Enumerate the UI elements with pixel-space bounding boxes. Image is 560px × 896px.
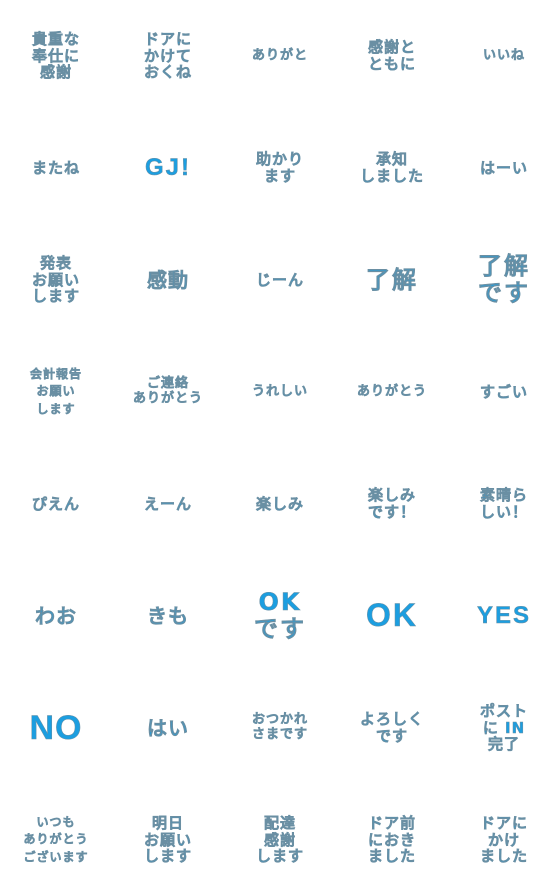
sticker-cell[interactable]: わお xyxy=(0,560,112,672)
sticker-cell[interactable]: はい xyxy=(112,672,224,784)
sticker-text: 感謝と ともに xyxy=(367,38,416,73)
sticker-cell[interactable]: GJ! xyxy=(112,112,224,224)
sticker-cell[interactable]: えーん xyxy=(112,448,224,560)
sticker-text: 配達 感謝 します xyxy=(255,813,304,866)
sticker-cell[interactable]: ありがと xyxy=(224,0,336,112)
sticker-text: 発表 お願い します xyxy=(31,253,80,306)
sticker-cell[interactable]: きも xyxy=(112,560,224,672)
sticker-cell[interactable]: 明日 お願い します xyxy=(112,784,224,896)
sticker-text: ありがと xyxy=(251,47,308,63)
sticker-cell[interactable]: おつかれ さまです xyxy=(224,672,336,784)
sticker-cell[interactable]: 配達 感謝 します xyxy=(224,784,336,896)
sticker-grid: 貴重な 奉仕に 感謝 ドアに かけて おくね ありがと 感謝と ともに いいね … xyxy=(0,0,560,896)
sticker-cell[interactable]: うれしい xyxy=(224,336,336,448)
sticker-text: OK です xyxy=(254,588,306,643)
sticker-cell[interactable]: いつも ありがとう ございます xyxy=(0,784,112,896)
sticker-cell[interactable]: 楽しみ です！ xyxy=(336,448,448,560)
sticker-text: 感動 xyxy=(147,267,189,292)
sticker-text: いつも ありがとう ございます xyxy=(23,814,89,864)
sticker-cell[interactable]: ドアに かけ ました xyxy=(448,784,560,896)
sticker-text: 楽しみ です！ xyxy=(367,486,416,521)
sticker-text: じーん xyxy=(255,270,304,289)
sticker-cell[interactable]: ありがとう xyxy=(336,336,448,448)
sticker-text: またね xyxy=(31,158,80,177)
sticker-cell[interactable]: いいね xyxy=(448,0,560,112)
sticker-text: いいね xyxy=(482,47,525,63)
sticker-cell[interactable]: じーん xyxy=(224,224,336,336)
sticker-text: YES xyxy=(476,601,532,629)
sticker-text: うれしい xyxy=(251,383,308,399)
sticker-cell[interactable]: NO xyxy=(0,672,112,784)
sticker-cell[interactable]: YES xyxy=(448,560,560,672)
sticker-text: 明日 お願い します xyxy=(143,813,192,866)
sticker-text: 了解 です xyxy=(478,252,530,307)
sticker-cell[interactable]: OK です xyxy=(224,560,336,672)
sticker-text: ご連絡 ありがとう xyxy=(132,376,203,406)
sticker-cell[interactable]: はーい xyxy=(448,112,560,224)
sticker-text: よろしく です xyxy=(359,710,424,745)
sticker-cell[interactable]: よろしく です xyxy=(336,672,448,784)
sticker-cell[interactable]: 楽しみ xyxy=(224,448,336,560)
sticker-cell[interactable]: 素晴ら しい！ xyxy=(448,448,560,560)
sticker-text: ありがとう xyxy=(356,383,427,399)
sticker-cell[interactable]: ポスト に IN 完了 xyxy=(448,672,560,784)
sticker-cell[interactable]: ご連絡 ありがとう xyxy=(112,336,224,448)
sticker-text: ポスト に IN 完了 xyxy=(479,701,528,754)
sticker-cell[interactable]: 会計報告 お願い します xyxy=(0,336,112,448)
sticker-text: GJ! xyxy=(144,153,191,181)
sticker-text: おつかれ さまです xyxy=(251,712,308,742)
sticker-text: はい xyxy=(147,715,189,740)
sticker-text: 素晴ら しい！ xyxy=(479,486,528,521)
sticker-text: 会計報告 お願い します xyxy=(29,366,82,416)
sticker-cell[interactable]: ぴえん xyxy=(0,448,112,560)
sticker-text: ドア前 におき ました xyxy=(367,813,416,866)
sticker-cell[interactable]: ドアに かけて おくね xyxy=(112,0,224,112)
sticker-cell[interactable]: 貴重な 奉仕に 感謝 xyxy=(0,0,112,112)
sticker-text: 承知 しました xyxy=(359,150,424,185)
sticker-text: わお xyxy=(35,603,77,628)
sticker-text: 助かり ます xyxy=(255,150,304,185)
sticker-text: OK xyxy=(366,597,418,634)
sticker-text: はーい xyxy=(479,158,528,177)
sticker-text: すごい xyxy=(479,382,528,401)
sticker-cell[interactable]: 了解 です xyxy=(448,224,560,336)
sticker-cell[interactable]: 感動 xyxy=(112,224,224,336)
sticker-text: ドアに かけ ました xyxy=(479,813,528,866)
sticker-text: えーん xyxy=(143,494,192,513)
sticker-cell[interactable]: すごい xyxy=(448,336,560,448)
sticker-cell[interactable]: ドア前 におき ました xyxy=(336,784,448,896)
sticker-cell[interactable]: OK xyxy=(336,560,448,672)
sticker-text: ぴえん xyxy=(31,494,80,513)
sticker-cell[interactable]: 助かり ます xyxy=(224,112,336,224)
sticker-text: 了解 xyxy=(366,265,418,294)
sticker-text: 楽しみ xyxy=(255,494,304,513)
sticker-text: 貴重な 奉仕に 感謝 xyxy=(31,29,80,82)
sticker-cell[interactable]: 承知 しました xyxy=(336,112,448,224)
sticker-cell[interactable]: 了解 xyxy=(336,224,448,336)
sticker-text: きも xyxy=(147,603,189,628)
sticker-text: NO xyxy=(29,708,83,748)
sticker-cell[interactable]: 感謝と ともに xyxy=(336,0,448,112)
sticker-cell[interactable]: 発表 お願い します xyxy=(0,224,112,336)
sticker-cell[interactable]: またね xyxy=(0,112,112,224)
sticker-text: ドアに かけて おくね xyxy=(143,29,192,82)
